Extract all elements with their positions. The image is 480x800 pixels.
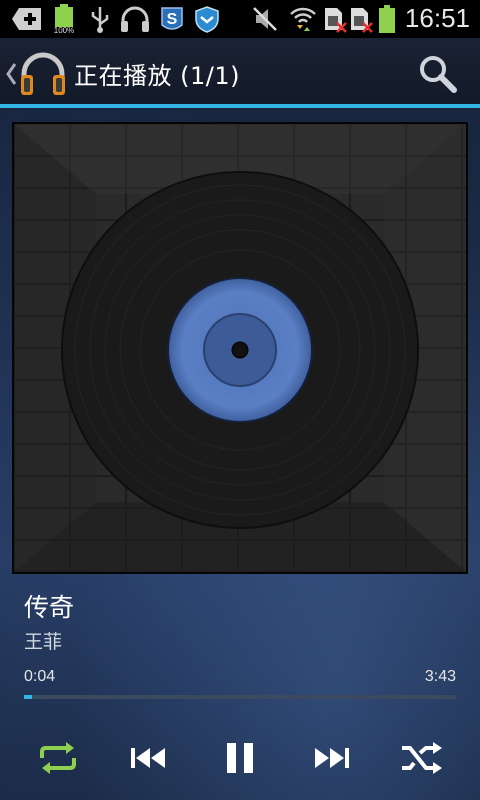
page-title: 正在播放 (1/1): [74, 62, 240, 90]
status-bar: 100% S 16:51: [0, 0, 480, 38]
headphones-icon: [118, 4, 152, 34]
search-icon[interactable]: [416, 52, 460, 96]
shuffle-button[interactable]: [394, 730, 450, 786]
pause-icon: [227, 743, 253, 773]
seek-bar-progress: [24, 695, 32, 699]
svg-text:100%: 100%: [54, 26, 74, 34]
next-icon: [315, 748, 349, 768]
repeat-button[interactable]: [30, 730, 86, 786]
usb-icon: [86, 4, 114, 34]
track-title: 传奇: [24, 593, 75, 622]
clock: 16:51: [404, 3, 470, 33]
vinyl-record-art: [14, 124, 466, 572]
back-chevron-icon[interactable]: [4, 60, 18, 92]
next-button[interactable]: [303, 730, 359, 786]
previous-icon: [131, 748, 165, 768]
previous-button[interactable]: [121, 730, 177, 786]
current-time: 0:04: [24, 668, 56, 685]
skype-icon: S: [158, 4, 186, 34]
shuffle-icon: [402, 742, 442, 774]
repeat-icon: [40, 742, 76, 774]
now-playing-screen: 100% S 16:51 正在播放 (1/1) 传奇 王菲 0:04 3:43: [0, 0, 480, 800]
battery-icon: [376, 4, 398, 34]
action-bar: 正在播放 (1/1): [0, 38, 480, 108]
total-time: 3:43: [424, 668, 456, 685]
battery-icon: 100%: [50, 4, 78, 34]
wifi-icon: [288, 4, 318, 34]
mute-icon: [250, 4, 280, 34]
sim-no-signal-icon: [322, 4, 348, 34]
track-artist: 王菲: [24, 631, 63, 653]
shield-icon: [192, 4, 222, 34]
svg-text:S: S: [167, 11, 178, 28]
music-app-icon[interactable]: [18, 49, 68, 103]
add-icon: [10, 4, 44, 34]
album-art[interactable]: [12, 122, 468, 574]
seek-bar[interactable]: [24, 695, 456, 699]
sim-no-signal-icon: [348, 4, 374, 34]
pause-button[interactable]: [212, 730, 268, 786]
